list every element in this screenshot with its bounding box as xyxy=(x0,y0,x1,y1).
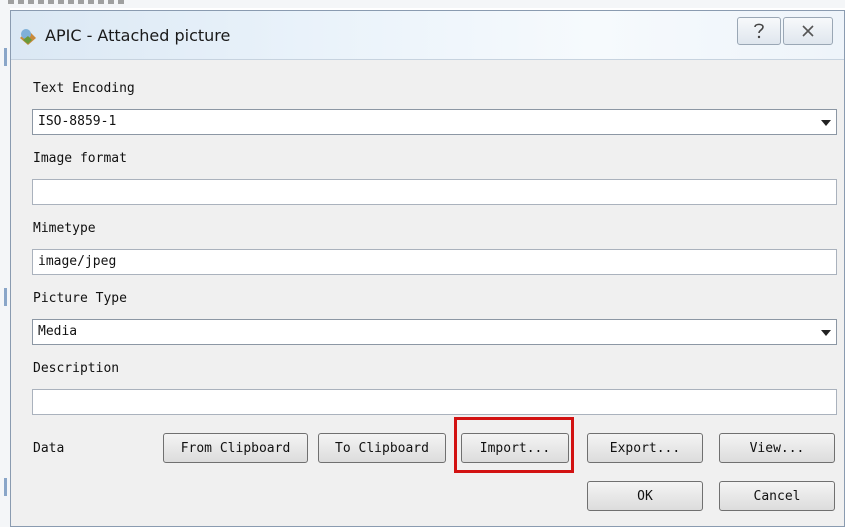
mimetype-input[interactable]: image/jpeg xyxy=(32,249,837,275)
apic-dialog: APIC - Attached picture Text Encoding IS… xyxy=(10,10,845,527)
background-edge xyxy=(0,8,10,527)
cancel-button[interactable]: Cancel xyxy=(719,481,835,511)
chevron-down-icon xyxy=(821,330,831,336)
picture-type-select[interactable]: Media xyxy=(32,319,837,345)
text-encoding-value: ISO-8859-1 xyxy=(38,114,117,129)
picture-type-value: Media xyxy=(38,324,78,339)
text-encoding-select[interactable]: ISO-8859-1 xyxy=(32,109,837,135)
import-button[interactable]: Import... xyxy=(461,433,569,463)
chevron-down-icon xyxy=(821,120,831,126)
app-icon xyxy=(20,29,36,45)
mimetype-label: Mimetype xyxy=(33,221,96,236)
close-button[interactable] xyxy=(783,17,833,45)
help-button[interactable] xyxy=(737,17,781,45)
picture-type-label: Picture Type xyxy=(33,291,127,306)
title-bar: APIC - Attached picture xyxy=(11,11,844,60)
background-strip xyxy=(0,0,845,8)
to-clipboard-button[interactable]: To Clipboard xyxy=(318,433,446,463)
window-title: APIC - Attached picture xyxy=(45,26,231,45)
mimetype-value: image/jpeg xyxy=(38,254,117,269)
description-input[interactable] xyxy=(32,389,837,415)
description-label: Description xyxy=(33,361,120,376)
image-format-label: Image format xyxy=(33,151,127,166)
help-icon xyxy=(754,23,764,39)
close-icon xyxy=(802,25,814,37)
data-label: Data xyxy=(33,441,65,456)
view-button[interactable]: View... xyxy=(719,433,835,463)
from-clipboard-button[interactable]: From Clipboard xyxy=(163,433,308,463)
text-encoding-label: Text Encoding xyxy=(33,81,135,96)
ok-button[interactable]: OK xyxy=(587,481,703,511)
export-button[interactable]: Export... xyxy=(587,433,703,463)
image-format-input[interactable] xyxy=(32,179,837,205)
